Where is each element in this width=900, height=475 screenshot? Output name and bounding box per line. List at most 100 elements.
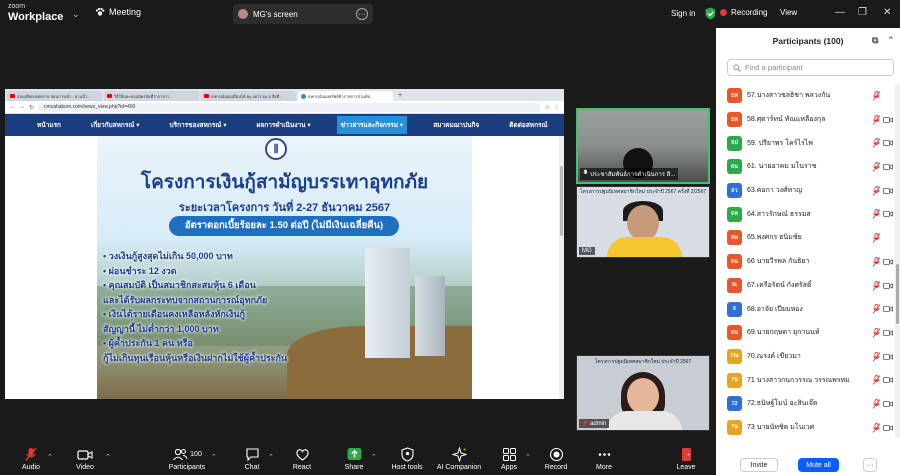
share-button[interactable]: Share: [332, 447, 376, 471]
mic-muted-icon[interactable]: [872, 138, 881, 149]
participant-row[interactable]: 7น 73 นายนัทชิต มโนเวศ: [716, 416, 895, 438]
chevron-up-icon[interactable]: ⌃: [268, 453, 274, 461]
mic-muted-icon[interactable]: [872, 280, 881, 291]
pop-out-icon[interactable]: ⧉: [872, 35, 878, 46]
chevron-down-icon[interactable]: ⌄: [72, 9, 80, 20]
camera-icon[interactable]: [883, 329, 893, 337]
participant-search-input[interactable]: Find a participant: [727, 59, 894, 76]
camera-icon[interactable]: [883, 400, 893, 408]
mic-muted-icon[interactable]: [872, 398, 881, 409]
collapse-icon[interactable]: ⌃: [887, 35, 895, 46]
more-options-icon[interactable]: ···: [356, 8, 368, 20]
mic-muted-icon[interactable]: [872, 304, 881, 314]
participant-row[interactable]: 72 72.ธนิษฐ์โมน์ อะสินเจ๊ต: [716, 392, 895, 416]
recording-indicator[interactable]: Recording: [720, 8, 767, 17]
site-nav-item-active[interactable]: ข่าวสารและกิจกรรม ▾: [336, 116, 408, 134]
meeting-button[interactable]: Meeting: [95, 7, 141, 17]
site-nav-item[interactable]: ติดต่อสหกรณ์: [505, 116, 551, 134]
mic-muted-icon[interactable]: [872, 209, 881, 220]
participant-row[interactable]: 7ณ 70.ณรงค์ เขียวมา: [716, 345, 895, 369]
site-nav-item[interactable]: เกี่ยวกับสหกรณ์ ▾: [87, 116, 143, 134]
camera-icon[interactable]: [883, 353, 893, 361]
chevron-up-icon[interactable]: ⌃: [371, 453, 377, 461]
address-input[interactable]: cmcahakorn.com/news_view.php?id=400: [38, 102, 541, 112]
participant-row[interactable]: 6ว 63.คอกา วงศ์ทาญ: [716, 179, 895, 203]
participant-row[interactable]: 6พ 65.พงศกร ธนิมช์ย: [716, 226, 895, 250]
site-nav-item[interactable]: หน้าแรก: [33, 116, 65, 134]
participant-row[interactable]: 7น 71 นางสาวกนกวรรณ วรรณพรหม: [716, 368, 895, 392]
camera-icon[interactable]: [883, 305, 893, 313]
mic-muted-icon[interactable]: [872, 185, 881, 196]
camera-icon[interactable]: [883, 187, 893, 195]
mic-muted-icon[interactable]: [872, 162, 881, 172]
close-icon[interactable]: ✕: [883, 7, 891, 18]
more-button[interactable]: ···: [863, 458, 877, 472]
browser-tab[interactable]: สหกรณ์ออมเตือนได้ By ออโร Ep.5 สิ่งที่..…: [201, 91, 296, 101]
video-tile[interactable]: โครงการปฐมนิเทศสมาชิกใหม่ ประจำปี 2567 ค…: [576, 186, 710, 258]
browser-tab[interactable]: วิธีใช้และขอสมัครจับที่ว่าการกา...: [104, 91, 199, 101]
camera-icon[interactable]: [883, 282, 893, 290]
video-tile[interactable]: โครงการปฐมนิเทศสมาชิกใหม่ ประจำปี 2567 a…: [576, 355, 710, 431]
record-button[interactable]: Record: [534, 447, 578, 471]
mute-all-button[interactable]: Mute all: [798, 458, 839, 472]
browser-tab[interactable]: สอนเทือกเขตทราย สอนการเข้า - ยามน้ำ...: [7, 91, 102, 101]
new-tab-icon[interactable]: +: [398, 92, 402, 99]
video-button[interactable]: Video: [63, 447, 107, 471]
camera-icon[interactable]: [883, 116, 893, 124]
star-icon[interactable]: ☆: [545, 104, 550, 111]
react-button[interactable]: React: [280, 447, 324, 471]
page-scrollbar[interactable]: [559, 136, 564, 399]
ai-companion-button[interactable]: AI Companion: [434, 447, 484, 471]
chevron-up-icon[interactable]: ⌃: [105, 453, 111, 461]
host-tools-button[interactable]: Host tools: [385, 447, 429, 471]
forward-icon[interactable]: →: [19, 104, 25, 110]
camera-icon[interactable]: [883, 163, 893, 171]
participant-row[interactable]: 6น 66 นายวีรพล กันธิยา: [716, 250, 895, 274]
participant-row[interactable]: 6ห 64.สาวรักษณ์ ธรรมส: [716, 202, 895, 226]
video-tile[interactable]: ประชาสัมพันธ์การดำเนินการ สิ...: [576, 108, 710, 184]
mic-muted-icon[interactable]: [872, 351, 881, 362]
participant-scrollbar[interactable]: [895, 84, 900, 438]
minimize-icon[interactable]: —: [835, 7, 845, 18]
invite-button[interactable]: Invite: [740, 458, 778, 472]
participant-row[interactable]: 5ป 59. ปรียาพร โคร์ไร่ไพ: [716, 131, 895, 155]
mic-muted-icon[interactable]: [872, 114, 881, 125]
site-nav-item[interactable]: ผลการดำเนินงาน ▾: [252, 116, 314, 134]
view-button[interactable]: View: [780, 8, 797, 17]
mic-muted-icon[interactable]: [872, 422, 881, 433]
chevron-right-icon[interactable]: ›: [701, 387, 704, 397]
more-toolbar-button[interactable]: More: [582, 447, 626, 471]
back-icon[interactable]: ←: [9, 104, 15, 110]
participant-row[interactable]: 5ห 58.ศุตาร์ทน์ ทัณแหลืองกุล: [716, 108, 895, 132]
participant-row[interactable]: 6น 61. นายอาคม มโนราช: [716, 155, 895, 179]
scrollbar-thumb[interactable]: [896, 264, 899, 324]
participant-row[interactable]: 6น 69.นายกฤษดา ยุกานนท์: [716, 321, 895, 345]
camera-icon[interactable]: [883, 258, 893, 266]
mic-muted-icon[interactable]: [872, 327, 881, 338]
sign-in-link[interactable]: Sign in: [671, 9, 695, 18]
browser-tab-active[interactable]: สหกรณ์ออมทรัพย์ข้าราชการส่วนท้อ...: [298, 91, 393, 101]
participant-row[interactable]: 6เ 67.เครือรัตน์ กังศรัสดิ์: [716, 274, 895, 298]
mic-muted-icon[interactable]: [872, 375, 881, 386]
reload-icon[interactable]: ↻: [29, 104, 34, 111]
restore-icon[interactable]: ❐: [858, 7, 867, 18]
menu-icon[interactable]: ⋮: [554, 104, 560, 111]
site-nav-item[interactable]: บริการของสหกรณ์ ▾: [165, 116, 230, 134]
site-nav-item[interactable]: สมาคมฌาปนกิจ: [429, 116, 483, 134]
camera-icon[interactable]: [883, 210, 893, 218]
participant-row[interactable]: 5ห 57.นางสาวชลธิชา พลวงกัน: [716, 84, 895, 108]
chevron-up-icon[interactable]: ⌃: [211, 453, 217, 461]
leave-button[interactable]: Leave: [664, 447, 708, 471]
camera-icon[interactable]: [883, 424, 893, 432]
mic-muted-icon[interactable]: [872, 256, 881, 267]
camera-icon[interactable]: [883, 376, 893, 384]
participants-button[interactable]: 100 Participants: [163, 447, 211, 471]
chevron-up-icon[interactable]: ⌃: [47, 453, 53, 461]
camera-icon[interactable]: [883, 139, 893, 147]
scrollbar-thumb[interactable]: [560, 166, 563, 236]
participant-row[interactable]: 6 68.อาจัย เปียมหอง: [716, 297, 895, 321]
mic-muted-icon[interactable]: [872, 233, 881, 243]
chevron-up-icon[interactable]: ⌃: [525, 453, 531, 461]
screen-indicator[interactable]: MG's screen ···: [233, 4, 373, 24]
mic-muted-icon[interactable]: [872, 91, 881, 101]
